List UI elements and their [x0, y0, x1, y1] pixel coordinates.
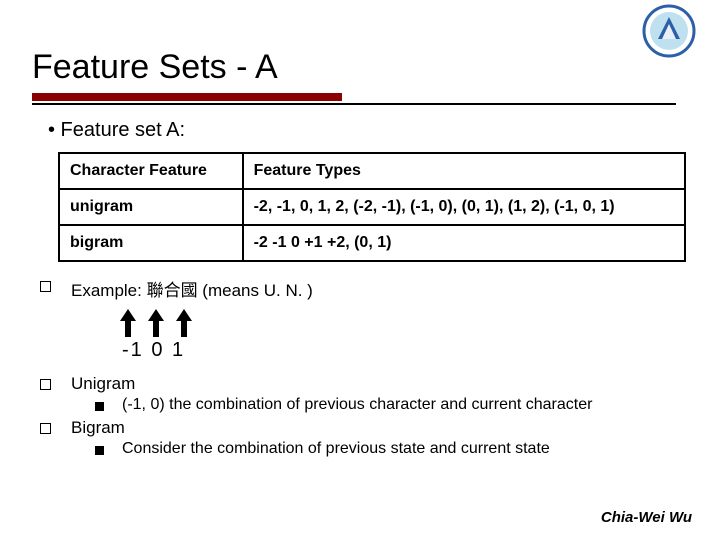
institution-logo [642, 4, 696, 58]
unigram-heading: Unigram [71, 374, 676, 394]
table-row: bigram -2 -1 0 +1 +2, (0, 1) [59, 225, 685, 261]
up-arrows-row [120, 309, 676, 337]
feature-table: Character Feature Feature Types unigram … [58, 152, 686, 262]
up-arrow-icon [176, 309, 192, 337]
bigram-desc: Consider the combination of previous sta… [122, 440, 550, 458]
up-arrow-icon [148, 309, 164, 337]
index-labels: -1 0 1 [122, 339, 676, 362]
square-bullet-icon [95, 402, 104, 411]
outline-bullet-icon [40, 423, 51, 434]
table-row: Character Feature Feature Types [59, 153, 685, 189]
col-header-types: Feature Types [243, 153, 685, 189]
title-rule [32, 93, 676, 105]
unigram-desc: (-1, 0) the combination of previous char… [122, 396, 592, 414]
lead-bullet: • Feature set A: [48, 119, 676, 142]
slide-body: • Feature set A: Character Feature Featu… [0, 105, 720, 460]
cell-unigram-types: -2, -1, 0, 1, 2, (-2, -1), (-1, 0), (0, … [243, 189, 685, 225]
outline-bullet-icon [40, 281, 51, 292]
slide-title: Feature Sets - A [0, 0, 720, 93]
author-name: Chia-Wei Wu [601, 509, 692, 526]
col-header-feature: Character Feature [59, 153, 243, 189]
cell-bigram-types: -2 -1 0 +1 +2, (0, 1) [243, 225, 685, 261]
cell-unigram-label: unigram [59, 189, 243, 225]
bigram-heading: Bigram [71, 418, 676, 438]
example-text: Example: 聯合國 (means U. N. ) [71, 276, 676, 301]
table-row: unigram -2, -1, 0, 1, 2, (-2, -1), (-1, … [59, 189, 685, 225]
outline-bullet-icon [40, 379, 51, 390]
square-bullet-icon [95, 446, 104, 455]
up-arrow-icon [120, 309, 136, 337]
cell-bigram-label: bigram [59, 225, 243, 261]
